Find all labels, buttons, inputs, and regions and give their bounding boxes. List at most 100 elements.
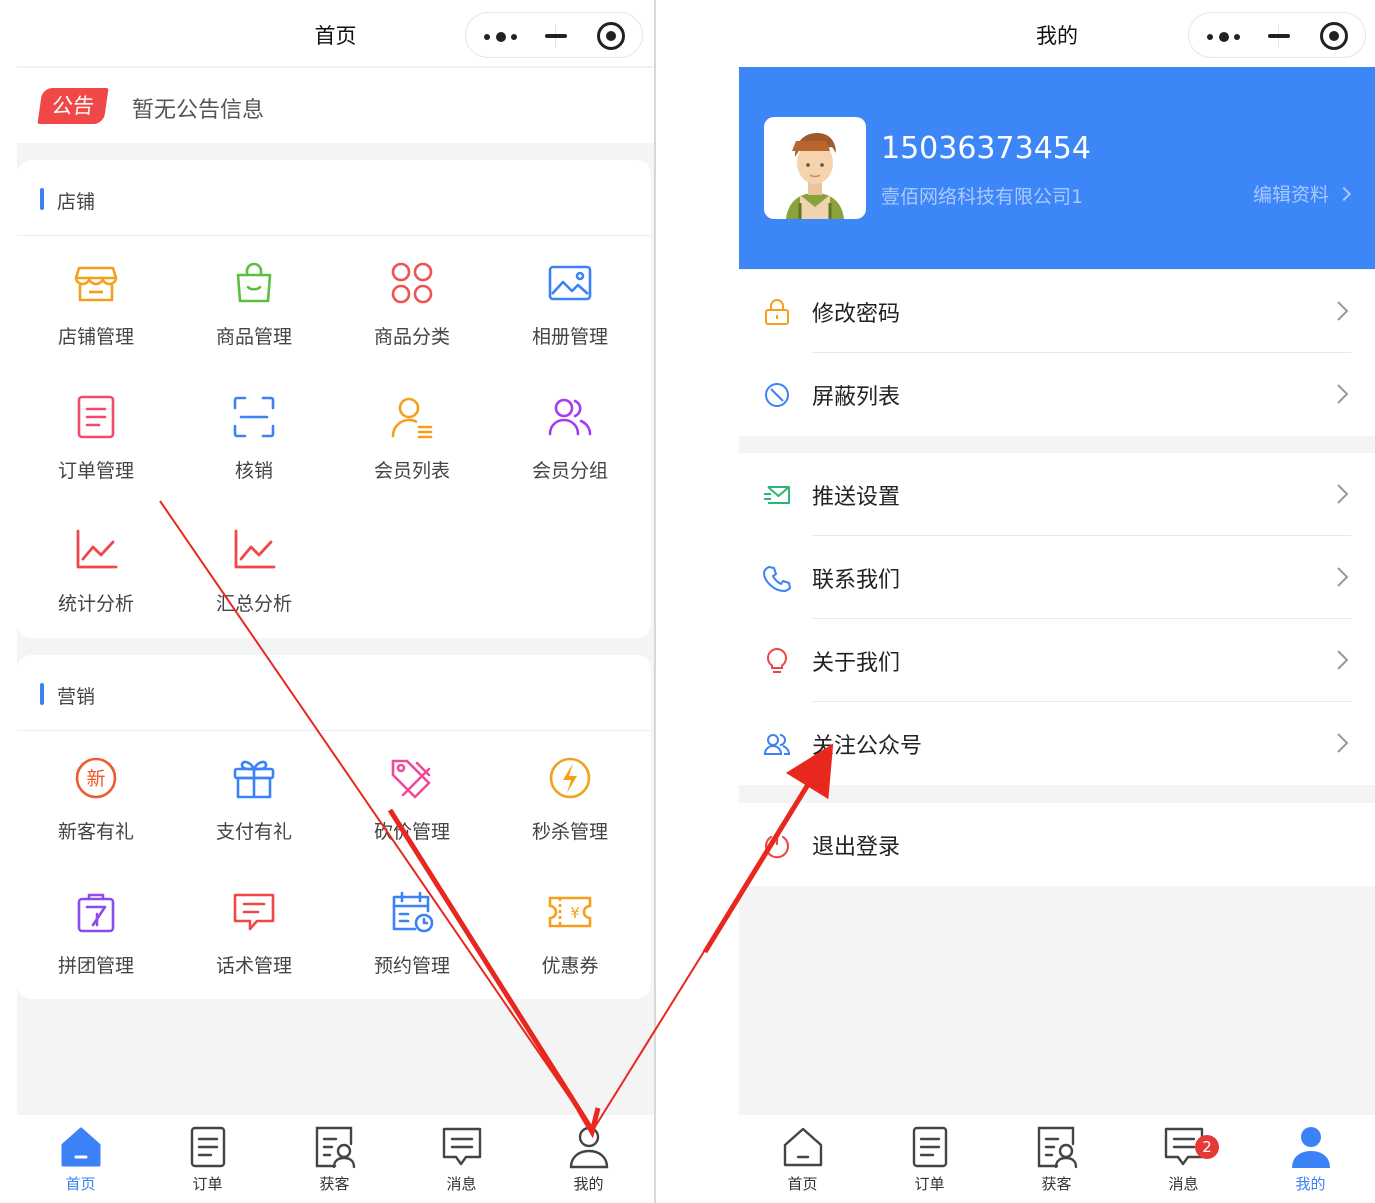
chevron-right-icon bbox=[1337, 650, 1349, 670]
grid-item-new-customer[interactable]: 新 新客有礼 bbox=[17, 755, 175, 865]
grid-item-member-groups[interactable]: 会员分组 bbox=[491, 394, 649, 504]
grid-label: 砍价管理 bbox=[373, 821, 450, 843]
close-target-icon[interactable] bbox=[597, 22, 625, 50]
home-screen: 首页 公告 暂无公告信息 店铺 店铺管理 商品管理 商品分类 相册管理 订单管理… bbox=[17, 0, 654, 1203]
menu-label: 退出登录 bbox=[812, 835, 901, 860]
grid-item-summary[interactable]: 汇总分析 bbox=[175, 527, 333, 637]
tab-label: 订单 bbox=[192, 1175, 223, 1193]
grid-item-appointment[interactable]: 预约管理 bbox=[333, 889, 491, 999]
user-icon bbox=[569, 1126, 609, 1169]
edit-profile-link[interactable]: 编辑资料 bbox=[1252, 180, 1352, 207]
grid-item-store[interactable]: 店铺管理 bbox=[17, 260, 175, 370]
grid-item-orders[interactable]: 订单管理 bbox=[17, 394, 175, 504]
minimize-icon[interactable] bbox=[545, 34, 567, 38]
tab-messages[interactable]: 2 消息 bbox=[1120, 1115, 1247, 1203]
store-icon bbox=[74, 266, 118, 302]
menu-item-logout[interactable]: 退出登录 bbox=[739, 803, 1375, 886]
tab-label: 获客 bbox=[319, 1175, 350, 1193]
menu-label: 推送设置 bbox=[812, 485, 901, 510]
avatar[interactable] bbox=[764, 117, 866, 219]
grid-label: 支付有礼 bbox=[215, 821, 292, 843]
tab-acquire[interactable]: 获客 bbox=[271, 1115, 398, 1203]
screen-divider bbox=[654, 0, 656, 1203]
grid-item-members[interactable]: 会员列表 bbox=[333, 394, 491, 504]
grid-label: 预约管理 bbox=[373, 955, 450, 977]
miniprogram-capsule bbox=[465, 12, 643, 58]
grid-item-flash-sale[interactable]: 秒杀管理 bbox=[491, 755, 649, 865]
tab-mine[interactable]: 我的 bbox=[1247, 1115, 1374, 1203]
edit-profile-label: 编辑资料 bbox=[1252, 184, 1329, 206]
menu-label: 联系我们 bbox=[812, 568, 901, 593]
member-list-icon bbox=[391, 397, 433, 439]
chevron-right-icon bbox=[1337, 733, 1349, 753]
section-header: 店铺 bbox=[17, 160, 651, 236]
tab-home[interactable]: 首页 bbox=[739, 1115, 866, 1203]
shopping-bag-icon bbox=[236, 262, 272, 303]
menu-group-account: 修改密码 屏蔽列表 bbox=[739, 270, 1375, 436]
tab-mine[interactable]: 我的 bbox=[525, 1115, 652, 1203]
tab-label: 获客 bbox=[1041, 1175, 1072, 1193]
grid-label: 拼团管理 bbox=[57, 955, 134, 977]
tab-label: 首页 bbox=[65, 1175, 96, 1193]
grid-item-category[interactable]: 商品分类 bbox=[333, 260, 491, 370]
tab-acquire[interactable]: 获客 bbox=[993, 1115, 1120, 1203]
right-navbar: 我的 bbox=[739, 0, 1375, 67]
push-envelope-icon bbox=[764, 486, 790, 504]
acquire-customer-icon bbox=[1037, 1126, 1078, 1169]
menu-group-logout: 退出登录 bbox=[739, 803, 1375, 886]
block-icon bbox=[765, 383, 789, 407]
menu-item-push-settings[interactable]: 推送设置 bbox=[739, 453, 1375, 536]
notice-badge: 公告 bbox=[37, 88, 109, 124]
menu-item-follow-account[interactable]: 关注公众号 bbox=[739, 702, 1375, 785]
tab-label: 消息 bbox=[446, 1175, 477, 1193]
marketing-section: 营销 新 新客有礼 支付有礼 砍价管理 秒杀管理 拼团管理 话术管理 预约管理 … bbox=[17, 655, 651, 999]
unread-badge: 2 bbox=[1195, 1135, 1219, 1159]
tab-messages[interactable]: 消息 bbox=[398, 1115, 525, 1203]
more-icon[interactable] bbox=[1207, 32, 1241, 42]
tab-label: 订单 bbox=[914, 1175, 945, 1193]
grid-label: 会员列表 bbox=[373, 460, 450, 482]
grid-label: 商品分类 bbox=[373, 326, 450, 348]
follow-icon bbox=[763, 734, 791, 755]
tab-label: 我的 bbox=[573, 1175, 604, 1193]
user-phone: 15036373454 bbox=[881, 131, 1091, 166]
chevron-right-icon bbox=[1337, 384, 1349, 404]
minimize-icon[interactable] bbox=[1268, 34, 1290, 38]
grid-item-group-buy[interactable]: 拼团管理 bbox=[17, 889, 175, 999]
notice-bar: 公告 暂无公告信息 bbox=[17, 68, 654, 143]
tab-orders[interactable]: 订单 bbox=[144, 1115, 271, 1203]
tab-label: 我的 bbox=[1295, 1175, 1326, 1193]
tab-orders[interactable]: 订单 bbox=[866, 1115, 993, 1203]
more-icon[interactable] bbox=[484, 32, 518, 42]
close-target-icon[interactable] bbox=[1320, 22, 1348, 50]
coupon-icon: ¥ bbox=[548, 896, 592, 928]
grid-label: 话术管理 bbox=[215, 955, 292, 977]
left-navbar: 首页 bbox=[17, 0, 654, 67]
section-header: 营销 bbox=[17, 655, 651, 731]
grid-item-verify[interactable]: 核销 bbox=[175, 394, 333, 504]
profile-header: 15036373454 壹佰网络科技有限公司1 编辑资料 bbox=[739, 67, 1375, 269]
grid-label: 店铺管理 bbox=[57, 326, 134, 348]
grid-label: 统计分析 bbox=[57, 593, 134, 615]
tab-home[interactable]: 首页 bbox=[17, 1115, 144, 1203]
menu-item-about-us[interactable]: 关于我们 bbox=[739, 619, 1375, 702]
svg-text:¥: ¥ bbox=[570, 904, 580, 922]
company-name: 壹佰网络科技有限公司1 bbox=[881, 186, 1084, 208]
section-accent-bar bbox=[40, 683, 44, 705]
menu-item-block-list[interactable]: 屏蔽列表 bbox=[739, 353, 1375, 436]
grid-item-album[interactable]: 相册管理 bbox=[491, 260, 649, 370]
section-title: 店铺 bbox=[57, 191, 96, 213]
grid-item-scripts[interactable]: 话术管理 bbox=[175, 889, 333, 999]
grid-item-pay-gift[interactable]: 支付有礼 bbox=[175, 755, 333, 865]
menu-item-contact-us[interactable]: 联系我们 bbox=[739, 536, 1375, 619]
category-grid-icon bbox=[391, 262, 433, 304]
grid-item-products[interactable]: 商品管理 bbox=[175, 260, 333, 370]
grid-item-coupon[interactable]: ¥ 优惠券 bbox=[491, 889, 649, 999]
new-badge-text: 新 bbox=[86, 768, 105, 790]
menu-label: 屏蔽列表 bbox=[812, 385, 901, 410]
grid-item-bargain[interactable]: 砍价管理 bbox=[333, 755, 491, 865]
menu-item-change-password[interactable]: 修改密码 bbox=[739, 270, 1375, 353]
bargain-icon bbox=[391, 759, 431, 799]
grid-item-statistics[interactable]: 统计分析 bbox=[17, 527, 175, 637]
grid-label: 订单管理 bbox=[57, 460, 134, 482]
